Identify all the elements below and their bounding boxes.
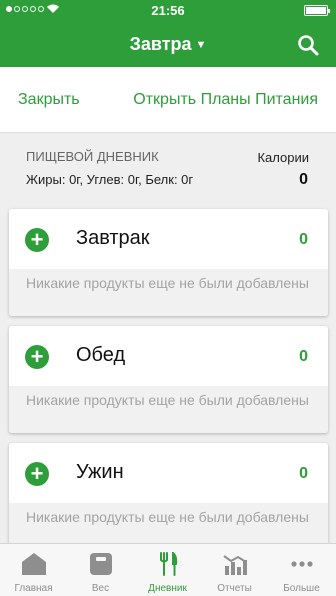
tab-label: Вес <box>91 583 110 594</box>
meal-header[interactable]: + Обед 0 <box>9 326 328 386</box>
add-food-icon[interactable]: + <box>25 345 49 369</box>
tab-bar: Главная Вес Дневник Отчеты Больше <box>0 543 336 596</box>
tab-reports[interactable]: Отчеты <box>201 544 268 596</box>
caret-down-icon: ▼ <box>195 39 207 52</box>
top-bar: 21:56 Завтра ▼ <box>0 0 336 67</box>
tab-label: Больше <box>283 583 320 594</box>
meal-card-lunch[interactable]: + Обед 0 Никакие продукты еще не были до… <box>9 326 328 433</box>
calories-label: Калории <box>257 150 309 165</box>
search-icon[interactable] <box>297 34 319 56</box>
tab-label: Главная <box>14 583 53 594</box>
meal-card-dinner[interactable]: + Ужин 0 Никакие продукты еще не были до… <box>9 443 328 550</box>
status-time: 21:56 <box>151 3 185 18</box>
meal-calories: 0 <box>299 231 308 248</box>
fork-knife-icon <box>155 550 181 576</box>
more-icon <box>289 552 315 576</box>
calories-total: 0 <box>299 171 308 188</box>
meal-calories: 0 <box>299 348 308 365</box>
diary-title: Пищевой дневник <box>26 149 159 164</box>
add-food-icon[interactable]: + <box>25 462 49 486</box>
tab-label: Отчеты <box>217 583 252 594</box>
tab-more[interactable]: Больше <box>268 544 335 596</box>
tab-diary[interactable]: Дневник <box>134 544 201 596</box>
open-meal-plans-button[interactable]: Открыть Планы Питания <box>133 91 318 109</box>
battery-icon <box>304 5 330 16</box>
meal-card-breakfast[interactable]: + Завтрак 0 Никакие продукты еще не были… <box>9 209 328 316</box>
tab-home[interactable]: Главная <box>0 544 67 596</box>
macros-summary: Жиры: 0г, Углев: 0г, Белк: 0г <box>26 172 194 187</box>
action-bar: Закрыть Открыть Планы Питания <box>0 67 336 133</box>
scale-icon <box>88 552 114 576</box>
add-food-icon[interactable]: + <box>25 228 49 252</box>
chart-icon <box>222 552 248 576</box>
meal-name: Ужин <box>76 461 124 483</box>
meal-name: Завтрак <box>76 227 150 249</box>
tab-label: Дневник <box>148 583 187 594</box>
meal-header[interactable]: + Ужин 0 <box>9 443 328 503</box>
close-button[interactable]: Закрыть <box>18 91 80 109</box>
status-bar: 21:56 <box>0 0 336 20</box>
date-selector[interactable]: Завтра ▼ <box>0 34 336 55</box>
meal-calories: 0 <box>299 465 308 482</box>
meal-empty-message: Никакие продукты еще не были добавлены <box>9 269 328 316</box>
tab-weight[interactable]: Вес <box>67 544 134 596</box>
date-title: Завтра <box>129 34 192 54</box>
meal-header[interactable]: + Завтрак 0 <box>9 209 328 269</box>
meal-empty-message: Никакие продукты еще не были добавлены <box>9 386 328 433</box>
home-icon <box>21 552 47 576</box>
diary-summary: Пищевой дневник Жиры: 0г, Углев: 0г, Бел… <box>0 133 336 208</box>
meal-name: Обед <box>76 344 126 366</box>
